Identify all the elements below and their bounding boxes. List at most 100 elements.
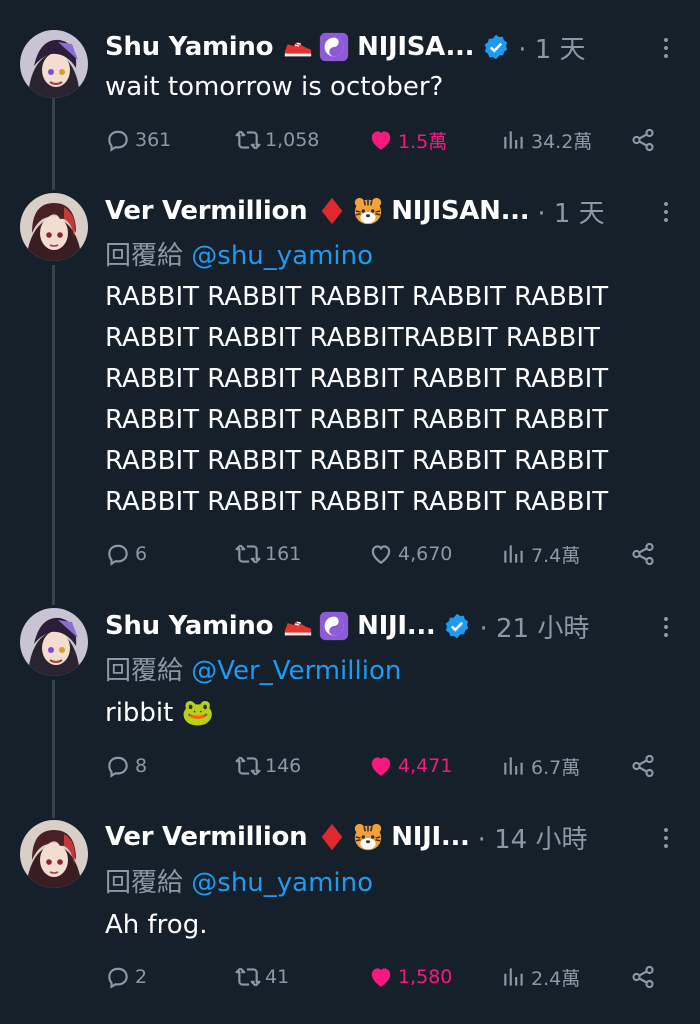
display-name[interactable]: Ver Vermillion [105,196,308,226]
more-icon[interactable] [656,820,676,856]
reply-count: 2 [135,966,148,988]
tweet-header: Ver Vermillion NIJISAN... · 1 天 [105,191,680,231]
reply-context: 回覆給 @shu_yamino [105,862,373,899]
tweet-actions: 361 1,058 1.5萬 34.2萬 [105,120,665,160]
views-button[interactable]: 34.2萬 [501,120,592,160]
tweet[interactable]: Shu Yamino NIJI... · 21 小時 回覆給 @Ver_Verm… [0,600,700,810]
timestamp[interactable]: · 1 天 [518,29,585,66]
share-icon [632,128,654,152]
avatar[interactable] [20,608,88,676]
retweet-count: 146 [265,755,302,777]
share-button[interactable] [630,534,656,574]
tweet[interactable]: Ver Vermillion NIJI... · 14 小時 回覆給 @shu_… [0,812,700,1024]
reply-button[interactable]: 8 [105,746,147,786]
reply-to-handle[interactable]: @shu_yamino [191,868,373,898]
retweet-icon [235,756,261,776]
views-button[interactable]: 7.4萬 [501,534,580,574]
like-button[interactable]: 4,670 [368,534,452,574]
reply-icon [108,756,128,778]
sneaker-emoji-icon [281,609,315,643]
reply-count: 361 [135,129,172,151]
like-button[interactable]: 1.5萬 [368,120,447,160]
reply-to-label: 回覆給 [105,868,184,898]
timestamp[interactable]: · 21 小時 [479,608,589,645]
views-count: 7.4萬 [531,544,581,567]
reply-count: 6 [135,543,148,565]
retweet-button[interactable]: 146 [235,746,301,786]
reply-to-label: 回覆給 [105,241,184,271]
tweet-actions: 8 146 4,471 6.7萬 [105,746,665,786]
like-count: 1.5萬 [398,130,448,153]
reply-button[interactable]: 2 [105,957,147,997]
like-count: 4,471 [398,755,453,777]
retweet-button[interactable]: 1,058 [235,120,319,160]
red-diamond-emoji-icon [315,820,349,854]
verified-badge-icon [482,33,510,61]
tweet-text: RABBIT RABBIT RABBIT RABBIT RABBIT RABBI… [105,282,609,517]
reply-button[interactable]: 6 [105,534,147,574]
views-count: 6.7萬 [531,756,581,779]
reply-icon [108,967,128,989]
display-name[interactable]: Ver Vermillion [105,822,308,852]
avatar[interactable] [20,193,88,261]
timestamp[interactable]: · 1 天 [537,193,604,230]
avatar-shu-image [20,30,88,98]
heart-icon [371,968,391,987]
views-icon [504,131,523,149]
like-count: 4,670 [398,543,453,565]
display-name[interactable]: Shu Yamino [105,611,273,641]
retweet-button[interactable]: 161 [235,534,301,574]
avatar-ver-image [20,820,88,888]
display-name-tag: NIJI... [357,611,436,641]
views-button[interactable]: 6.7萬 [501,746,580,786]
avatar[interactable] [20,30,88,98]
tweet-header: Shu Yamino NIJI... · 21 小時 [105,606,680,646]
retweet-count: 41 [265,966,290,988]
reply-to-handle[interactable]: @shu_yamino [191,241,373,271]
tweet-text: ribbit 🐸 [105,698,214,728]
reply-context: 回覆給 @Ver_Vermillion [105,650,401,687]
sneaker-emoji-icon [281,30,315,64]
views-icon [504,545,523,563]
yin-yang-emoji-icon [317,609,351,643]
views-count: 34.2萬 [531,130,593,153]
tweet-actions: 6 161 4,670 7.4萬 [105,534,665,574]
verified-badge-icon [443,612,471,640]
more-icon[interactable] [656,609,676,645]
retweet-count: 1,058 [265,129,320,151]
reply-to-handle[interactable]: @Ver_Vermillion [191,656,401,686]
reply-context: 回覆給 @shu_yamino [105,235,373,272]
tiger-emoji-icon [351,194,385,228]
retweet-button[interactable]: 41 [235,957,289,997]
reply-button[interactable]: 361 [105,120,171,160]
yin-yang-emoji-icon [317,30,351,64]
share-icon [632,542,654,566]
like-button[interactable]: 1,580 [368,957,452,997]
avatar-shu-image [20,608,88,676]
reply-to-label: 回覆給 [105,656,184,686]
red-diamond-emoji-icon [315,194,349,228]
display-name-tag: NIJISA... [357,32,475,62]
tweet-header: Shu Yamino NIJISA... · 1 天 [105,27,680,67]
more-icon[interactable] [656,30,676,66]
more-icon[interactable] [656,194,676,230]
display-name[interactable]: Shu Yamino [105,32,273,62]
tweet-actions: 2 41 1,580 2.4萬 [105,957,665,997]
tweet-header: Ver Vermillion NIJI... · 14 小時 [105,817,680,857]
tiger-emoji-icon [351,820,385,854]
share-icon [632,754,654,778]
views-button[interactable]: 2.4萬 [501,957,580,997]
tweet[interactable]: Shu Yamino NIJISA... · 1 天 wait tomorrow… [0,0,700,185]
tweet[interactable]: Ver Vermillion NIJISAN... · 1 天 回覆給 @shu… [0,185,700,595]
avatar[interactable] [20,820,88,888]
share-button[interactable] [630,120,656,160]
retweet-icon [235,130,261,150]
timestamp[interactable]: · 14 小時 [478,819,588,856]
heart-icon [371,545,391,564]
reply-icon [108,544,128,566]
like-button[interactable]: 4,471 [368,746,452,786]
share-button[interactable] [630,746,656,786]
retweet-icon [235,967,261,987]
views-icon [504,968,523,986]
share-button[interactable] [630,957,656,997]
